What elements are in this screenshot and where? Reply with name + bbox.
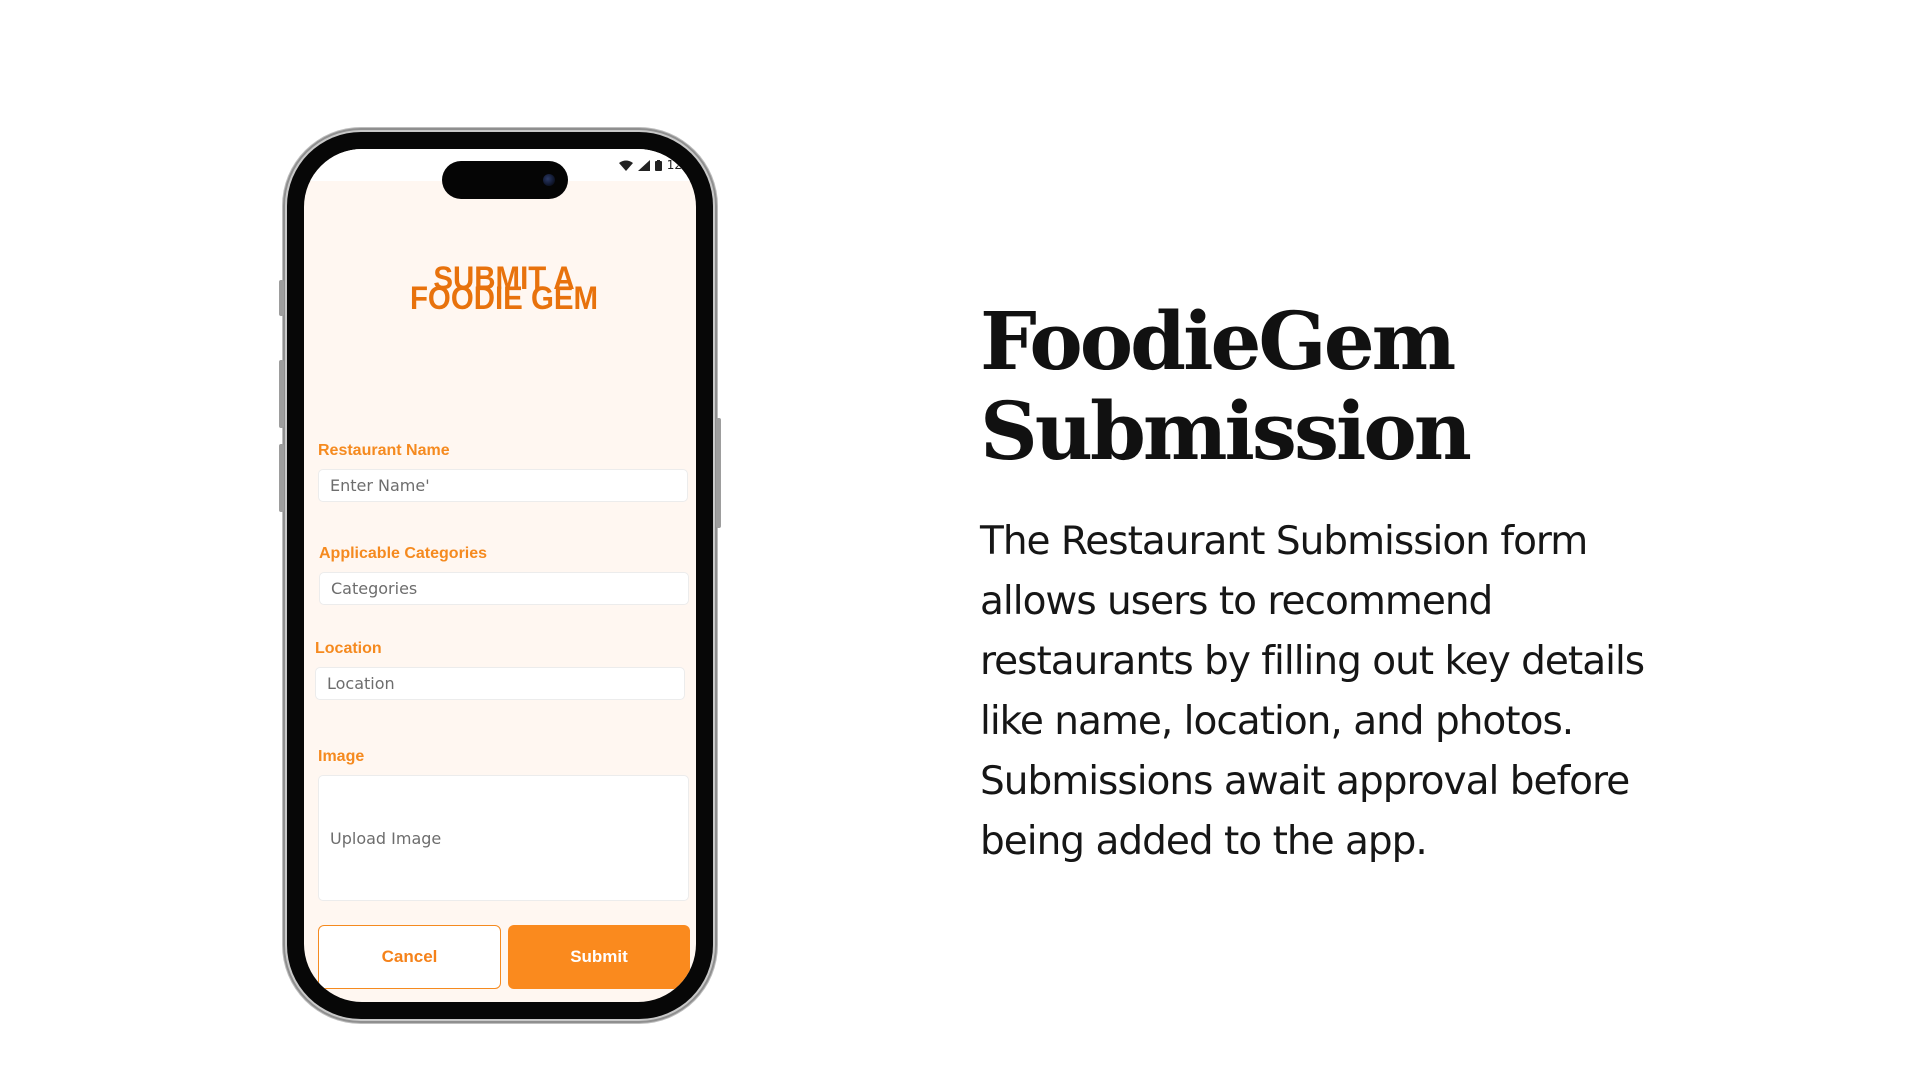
status-icons: 12 bbox=[618, 158, 682, 172]
restaurant-name-input[interactable]: Enter Name' bbox=[318, 469, 688, 502]
dynamic-island bbox=[442, 161, 568, 199]
headline-line1: FoodieGem bbox=[980, 294, 1456, 388]
form-title-line2: FOODIE GEM bbox=[409, 280, 599, 316]
submit-button[interactable]: Submit bbox=[508, 925, 690, 989]
cancel-button[interactable]: Cancel bbox=[318, 925, 501, 989]
restaurant-name-label: Restaurant Name bbox=[318, 442, 450, 459]
status-time: 12 bbox=[666, 158, 682, 172]
location-input[interactable]: Location bbox=[315, 667, 685, 700]
app-screen: 12 SUBMIT A FOODIE GEM Restaurant Name E… bbox=[304, 149, 696, 1002]
signal-icon bbox=[637, 159, 650, 171]
battery-icon bbox=[654, 159, 662, 171]
form-title: SUBMIT A FOODIE GEM bbox=[320, 262, 688, 316]
feature-description: The Restaurant Submission form allows us… bbox=[980, 519, 1645, 864]
location-label: Location bbox=[315, 640, 382, 657]
upload-image-placeholder: Upload Image bbox=[330, 828, 442, 848]
page-headline: FoodieGem Submission bbox=[980, 296, 1680, 476]
phone-mockup: 12 SUBMIT A FOODIE GEM Restaurant Name E… bbox=[279, 128, 721, 1023]
phone-volume-down-button bbox=[279, 444, 284, 512]
phone-bezel: 12 SUBMIT A FOODIE GEM Restaurant Name E… bbox=[287, 132, 713, 1019]
categories-input[interactable]: Categories bbox=[319, 572, 689, 605]
phone-side-button bbox=[279, 280, 284, 316]
image-label: Image bbox=[318, 748, 365, 765]
phone-volume-up-button bbox=[279, 360, 284, 428]
categories-label: Applicable Categories bbox=[319, 545, 488, 562]
phone-power-button bbox=[716, 418, 721, 528]
headline-line2: Submission bbox=[980, 384, 1472, 478]
upload-image-box[interactable]: Upload Image bbox=[318, 775, 689, 901]
front-camera-icon bbox=[543, 174, 555, 186]
wifi-icon bbox=[618, 160, 633, 171]
